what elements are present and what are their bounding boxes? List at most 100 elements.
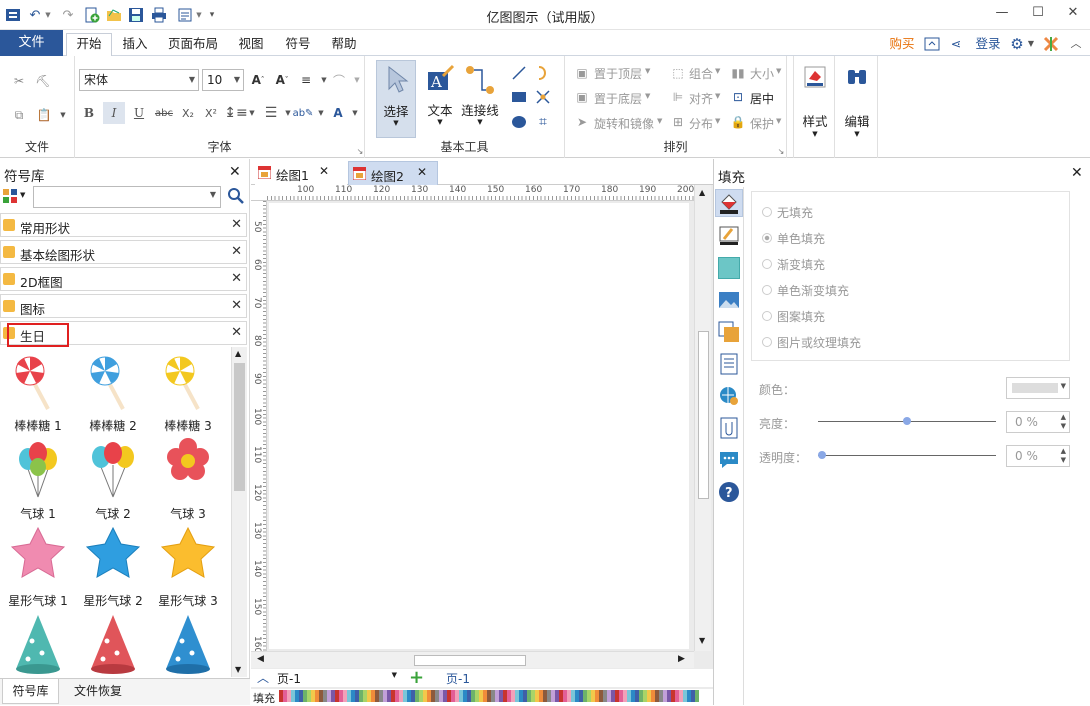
font-color-icon[interactable]: A	[329, 104, 347, 122]
doc-tab-close-icon[interactable]: ✕	[319, 164, 329, 178]
font-color-dropdown-icon[interactable]: ▼	[346, 104, 364, 122]
symbol-scrollbar[interactable]: ▲ ▼	[231, 347, 247, 677]
align-icon[interactable]: ⊫	[669, 88, 687, 106]
symbol-party-hat-2[interactable]	[77, 611, 149, 677]
tab-symbol-library[interactable]: 符号库	[2, 679, 59, 704]
scroll-down-icon[interactable]: ▼	[235, 665, 241, 674]
rotate-mirror-label[interactable]: 旋转和镜像	[594, 115, 654, 132]
paste-dropdown-icon[interactable]: ▼	[54, 106, 72, 124]
select-tool-button[interactable]: 选择 ▼	[376, 60, 416, 138]
help-icon[interactable]: ?	[718, 481, 740, 503]
canvas-horizontal-scrollbar[interactable]: ◀ ▶	[251, 651, 694, 668]
color-picker[interactable]: ▼	[1006, 377, 1070, 399]
ribbon-group-style[interactable]: 样式 ▼	[793, 56, 835, 158]
crop-icon[interactable]: ⌗	[534, 113, 552, 131]
scroll-up-icon[interactable]: ▲	[699, 188, 705, 197]
grow-font-icon[interactable]: Aˆ	[249, 71, 267, 89]
close-window-icon[interactable]: ✕	[1064, 5, 1082, 23]
scroll-down-icon[interactable]: ▼	[699, 636, 705, 645]
shadow-icon[interactable]	[718, 257, 740, 279]
library-menu-dropdown-icon[interactable]: ▼	[20, 191, 25, 199]
subscript-icon[interactable]: X₂	[179, 104, 197, 122]
tab-help[interactable]: 帮助	[325, 34, 363, 56]
symbol-lollipop-2[interactable]: 棒棒糖 2	[77, 349, 149, 433]
distribute-icon[interactable]: ⊞	[669, 113, 687, 131]
bullets-icon[interactable]: ☰	[262, 104, 280, 122]
library-close-icon[interactable]: ✕	[231, 325, 242, 340]
library-row-common-shapes[interactable]: 常用形状 ✕	[0, 213, 247, 237]
ellipse-shape-icon[interactable]	[510, 113, 528, 131]
symbol-party-hat-3[interactable]	[152, 611, 224, 677]
library-close-icon[interactable]: ✕	[231, 271, 242, 286]
brightness-input[interactable]: 0 % ▲ ▼	[1006, 411, 1070, 433]
underline-icon[interactable]: U	[130, 104, 148, 122]
bring-front-label[interactable]: 置于顶层	[594, 65, 642, 82]
bring-front-icon[interactable]: ▣	[573, 64, 591, 82]
buy-link[interactable]: 购买	[884, 34, 920, 56]
cross-point-icon[interactable]	[534, 88, 552, 106]
arrange-dialog-launcher-icon[interactable]: ↘	[772, 142, 790, 160]
collapse-ribbon-icon[interactable]: ︿	[1066, 34, 1086, 56]
library-close-icon[interactable]: ✕	[231, 244, 242, 259]
size-label[interactable]: 大小	[750, 65, 774, 82]
radio-picture-fill[interactable]	[762, 337, 772, 347]
library-grid-icon[interactable]	[3, 189, 17, 203]
text-path-icon[interactable]: ⌒	[330, 71, 348, 89]
comment-icon[interactable]	[718, 449, 740, 471]
group-label[interactable]: 组合	[689, 65, 713, 82]
login-link[interactable]: 登录	[972, 34, 1004, 56]
fill-panel-close-icon[interactable]: ✕	[1071, 165, 1083, 181]
format-painter-icon[interactable]: ⛏	[34, 72, 52, 90]
arc-shape-icon[interactable]	[534, 64, 552, 82]
solid-fill-label[interactable]: 单色填充	[777, 230, 825, 247]
send-back-dropdown-icon[interactable]: ▼	[645, 92, 650, 100]
highlight-dropdown-icon[interactable]: ▼	[312, 104, 330, 122]
group-icon[interactable]: ⬚	[669, 64, 687, 82]
scroll-thumb[interactable]	[234, 363, 245, 491]
hyperlink-icon[interactable]	[718, 385, 740, 407]
minimize-icon[interactable]: —	[993, 5, 1011, 23]
attachment-icon[interactable]	[718, 417, 740, 439]
bold-icon[interactable]: B	[80, 104, 98, 122]
symbol-search-input[interactable]: ▼	[33, 186, 221, 208]
page-nav-up-icon[interactable]: ︿	[257, 669, 269, 686]
gradient-fill-label[interactable]: 渐变填充	[777, 256, 825, 273]
symbol-lollipop-1[interactable]: 棒棒糖 1	[2, 349, 74, 433]
send-back-icon[interactable]: ▣	[573, 88, 591, 106]
library-close-icon[interactable]: ✕	[231, 298, 242, 313]
scroll-thumb[interactable]	[414, 655, 526, 666]
symbol-star-balloon-1[interactable]: 星形气球 1	[2, 524, 74, 608]
library-close-icon[interactable]: ✕	[231, 217, 242, 232]
group-dropdown-icon[interactable]: ▼	[715, 67, 720, 75]
image-icon[interactable]	[718, 289, 740, 311]
line-shape-icon[interactable]	[510, 64, 528, 82]
shrink-font-icon[interactable]: Aˇ	[273, 71, 291, 89]
line-style-icon[interactable]	[718, 225, 740, 247]
size-dropdown-icon[interactable]: ▼	[776, 67, 781, 75]
library-panel-close-icon[interactable]: ✕	[229, 164, 241, 180]
page-select[interactable]: 页-1 ▼	[277, 670, 397, 686]
cut-icon[interactable]: ✂	[10, 72, 28, 90]
doc-tab-close-icon[interactable]: ✕	[417, 165, 427, 179]
strikethrough-icon[interactable]: abc	[153, 104, 175, 122]
copy-icon[interactable]: ⧉	[10, 106, 28, 124]
transparency-slider-track[interactable]	[818, 455, 996, 456]
spin-arrows-icon[interactable]: ▲ ▼	[1061, 413, 1066, 431]
radio-no-fill[interactable]	[762, 207, 772, 217]
center-icon[interactable]: ⊡	[729, 88, 747, 106]
text-tool-button[interactable]: A 文本 ▼	[420, 60, 460, 138]
library-row-basic-drawing[interactable]: 基本绘图形状 ✕	[0, 240, 247, 264]
text-align-icon[interactable]: ≡	[297, 71, 315, 89]
no-fill-label[interactable]: 无填充	[777, 204, 813, 221]
spin-arrows-icon[interactable]: ▲ ▼	[1061, 447, 1066, 465]
tab-view[interactable]: 视图	[232, 34, 270, 56]
scroll-right-icon[interactable]: ▶	[678, 654, 685, 664]
rotate-mirror-dropdown-icon[interactable]: ▼	[657, 117, 662, 125]
rectangle-shape-icon[interactable]	[510, 88, 528, 106]
symbol-star-balloon-2[interactable]: 星形气球 2	[77, 524, 149, 608]
share-icon[interactable]: ⋖	[946, 34, 966, 56]
radio-gradient-fill[interactable]	[762, 259, 772, 269]
file-menu-tab[interactable]: 文件	[0, 30, 63, 56]
italic-icon[interactable]: I	[103, 102, 125, 124]
share-screen-icon[interactable]	[922, 34, 942, 56]
